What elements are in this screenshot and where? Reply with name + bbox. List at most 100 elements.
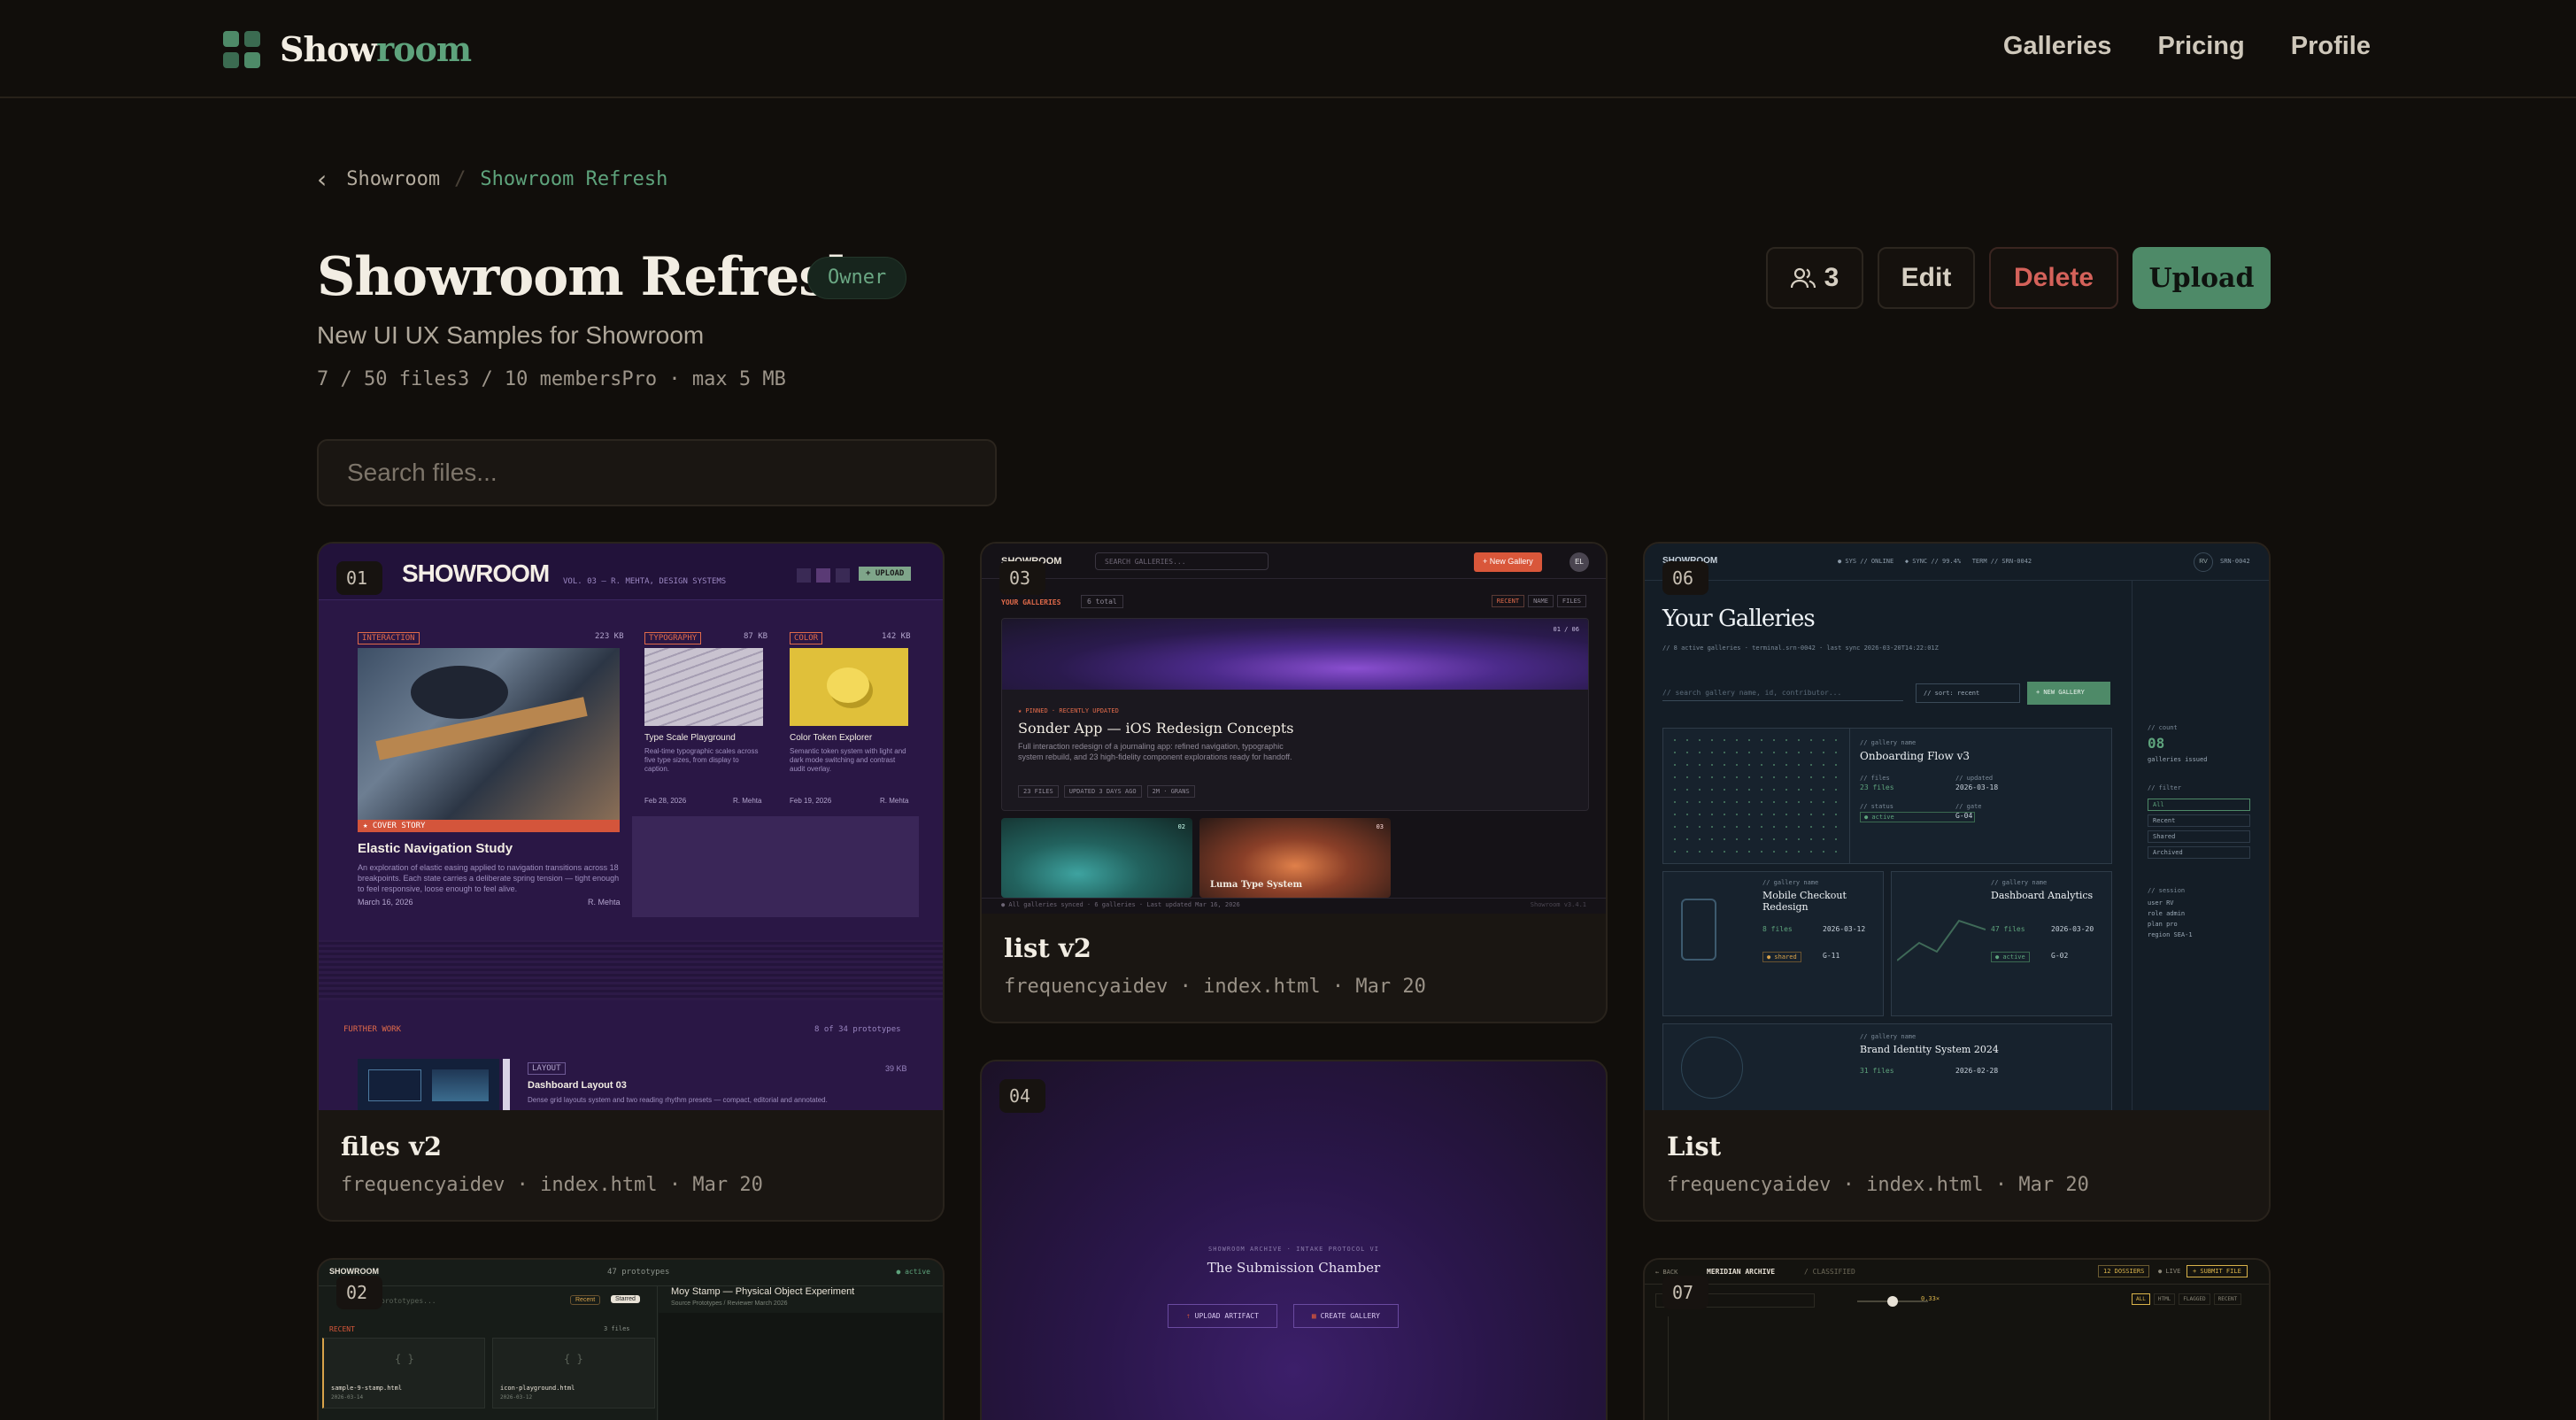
preview-heading: Your Galleries xyxy=(1662,606,1816,632)
file-title[interactable]: files v2 xyxy=(341,1131,921,1161)
preview-thumbnail xyxy=(644,648,763,726)
preview-further-count: 8 of 34 prototypes xyxy=(814,1025,901,1034)
gallery-subtitle: New UI UX Samples for Showroom xyxy=(317,321,705,349)
file-card-info: List frequencyaidev · index.html · Mar 2… xyxy=(1645,1131,2269,1220)
preview-gallery-row: // gallery name Onboarding Flow v3 // fi… xyxy=(1662,728,2112,864)
preview-new-button: + New Gallery xyxy=(1474,552,1542,572)
members-button[interactable]: 3 xyxy=(1766,247,1863,309)
preview-archive-title: MERIDIAN ARCHIVE xyxy=(1707,1268,1776,1276)
file-title[interactable]: List xyxy=(1667,1131,2247,1161)
preview-item-author: R. Mehta xyxy=(733,797,762,805)
preview-files-count: 3 files xyxy=(604,1325,630,1332)
file-card-06[interactable]: SHOWROOM ● SYS // ONLINE ◆ SYNC // 99.4%… xyxy=(1643,542,2271,1222)
brand-name-part-2: room xyxy=(376,29,472,69)
preview-file-tile: { } sample-9-stamp.html 2026-03-14 xyxy=(322,1338,485,1408)
breadcrumb-current: Showroom Refresh xyxy=(480,168,668,190)
preview-tab: Recent xyxy=(570,1295,601,1305)
members-count: 3 xyxy=(1824,263,1839,292)
preview-tag: COLOR xyxy=(790,632,823,644)
preview-search: prototypes... xyxy=(381,1297,436,1305)
preview-detail-title: Moy Stamp — Physical Object Experiment xyxy=(671,1286,855,1297)
preview-cover-label: ★ COVER STORY xyxy=(358,820,620,832)
page-title: Showroom Refresh xyxy=(317,246,867,308)
preview-footer: ● All galleries synced · 6 galleries · L… xyxy=(1001,901,1240,908)
preview-new-button: + NEW GALLERY xyxy=(2027,682,2110,705)
preview-feature-author: R. Mehta xyxy=(588,898,621,907)
file-card-07[interactable]: ← BACK MERIDIAN ARCHIVE / CLASSIFIED 12 … xyxy=(1643,1258,2271,1420)
file-card-02[interactable]: SHOWROOM 47 prototypes ● active prototyp… xyxy=(317,1258,945,1420)
nav-profile-link[interactable]: Profile xyxy=(2291,32,2371,61)
preview-gallery-row: // gallery name Dashboard Analytics 47 f… xyxy=(1891,871,2112,1016)
preview-item-title: Type Scale Playground xyxy=(644,733,736,743)
preview-title: The Submission Chamber xyxy=(1207,1260,1381,1276)
preview-back: ← BACK xyxy=(1655,1269,1678,1276)
nav-galleries-link[interactable]: Galleries xyxy=(2003,32,2112,61)
preview-item-title: Color Token Explorer xyxy=(790,733,873,743)
preview-status: ● active xyxy=(896,1268,930,1276)
preview-tag: LAYOUT xyxy=(528,1062,566,1075)
file-title[interactable]: list v2 xyxy=(1004,933,1584,963)
preview-footer-version: Showroom v3.4.1 xyxy=(1530,901,1586,908)
users-icon xyxy=(1790,267,1816,289)
preview-layout-desc: Dense grid layouts system and two readin… xyxy=(528,1096,828,1104)
top-nav: Showroom Galleries Pricing Profile xyxy=(0,0,2576,98)
breadcrumb-parent-link[interactable]: Showroom xyxy=(346,168,440,190)
edit-button[interactable]: Edit xyxy=(1878,247,1975,309)
preview-side-label: // filter xyxy=(2148,784,2181,791)
preview-size: 223 KB xyxy=(595,632,624,641)
members-quota: 3 / 10 members xyxy=(457,368,622,390)
preview-thumbnail xyxy=(358,1059,499,1110)
preview-hero-card: 01 / 06 ★ PINNED · RECENTLY UPDATED Sond… xyxy=(1001,618,1589,811)
brand-logo[interactable]: Showroom xyxy=(223,29,472,69)
preview-search: SEARCH GALLERIES... xyxy=(1095,552,1269,570)
plan-info: Pro · max 5 MB xyxy=(621,368,786,390)
nav-pricing-link[interactable]: Pricing xyxy=(2157,32,2244,61)
preview-feature-date: March 16, 2026 xyxy=(358,898,413,907)
upload-button[interactable]: Upload xyxy=(2133,247,2271,309)
file-card-info: list v2 frequencyaidev · index.html · Ma… xyxy=(982,933,1606,1022)
grid-logo-icon xyxy=(223,30,260,68)
file-preview-01: SHOWROOM VOL. 03 — R. MEHTA, DESIGN SYST… xyxy=(319,544,943,1110)
file-card-info: files v2 frequencyaidev · index.html · M… xyxy=(319,1131,943,1220)
preview-layout-size: 39 KB xyxy=(885,1064,907,1073)
preview-side-label: // session xyxy=(2148,887,2186,894)
chevron-left-icon[interactable]: ‹ xyxy=(317,165,327,194)
preview-status: ● SYS // ONLINE ◆ SYNC // 99.4% TERM // … xyxy=(1838,558,2032,565)
preview-feature-title: Elastic Navigation Study xyxy=(358,841,513,856)
preview-live: ● LIVE xyxy=(2158,1268,2181,1275)
preview-upload-artifact: ⇡ UPLOAD ARTIFACT xyxy=(1168,1304,1277,1328)
preview-thumbnail: 02 xyxy=(1001,818,1192,898)
preview-thumbnail: 03 Luma Type System xyxy=(1199,818,1391,898)
preview-volume: VOL. 03 — R. MEHTA, DESIGN SYSTEMS xyxy=(563,577,727,586)
preview-recent-heading: RECENT xyxy=(329,1325,355,1333)
preview-photo xyxy=(358,648,620,820)
preview-item-date: Feb 19, 2026 xyxy=(790,797,832,805)
file-meta: frequencyaidev · index.html · Mar 20 xyxy=(1667,1174,2089,1196)
files-quota: 7 / 50 files xyxy=(317,368,458,390)
preview-sort: RECENT NAME FILES xyxy=(1491,595,1586,607)
preview-count: 47 prototypes xyxy=(607,1268,670,1277)
preview-side-label: // count xyxy=(2148,724,2178,731)
delete-button[interactable]: Delete xyxy=(1989,247,2118,309)
preview-kicker: SHOWROOM ARCHIVE · INTAKE PROTOCOL VI xyxy=(1208,1246,1379,1253)
preview-detail-subtitle: Source Prototypes / Reviewer March 2026 xyxy=(671,1300,788,1307)
breadcrumb-separator: / xyxy=(454,168,467,190)
role-badge: Owner xyxy=(807,257,907,299)
preview-item-date: Feb 28, 2026 xyxy=(644,797,687,805)
preview-subheading: // 8 active galleries · terminal.srn-004… xyxy=(1662,644,1939,652)
preview-feature-desc: An exploration of elastic easing applied… xyxy=(358,863,620,893)
file-card-03[interactable]: SHOWROOM SEARCH GALLERIES... + New Galle… xyxy=(980,542,1608,1023)
nav-links: Galleries Pricing Profile xyxy=(2003,32,2371,61)
file-preview-06: SHOWROOM ● SYS // ONLINE ◆ SYNC // 99.4%… xyxy=(1645,544,2269,1110)
preview-size: 142 KB xyxy=(882,632,911,641)
preview-search: // search gallery name, id, contributor.… xyxy=(1662,689,1903,701)
file-card-01[interactable]: SHOWROOM VOL. 03 — R. MEHTA, DESIGN SYST… xyxy=(317,542,945,1222)
preview-section: YOUR GALLERIES xyxy=(1001,598,1061,606)
file-number-badge: 03 xyxy=(999,561,1045,595)
gallery-actions: 3 Edit Delete Upload xyxy=(1766,247,2271,309)
file-card-04[interactable]: 04 SHOWROOM ARCHIVE · INTAKE PROTOCOL VI… xyxy=(980,1060,1608,1420)
search-files-input[interactable] xyxy=(317,439,997,506)
preview-item-author: R. Mehta xyxy=(880,797,909,805)
file-number-badge: 06 xyxy=(1662,561,1708,595)
file-number-badge: 04 xyxy=(999,1079,1045,1113)
